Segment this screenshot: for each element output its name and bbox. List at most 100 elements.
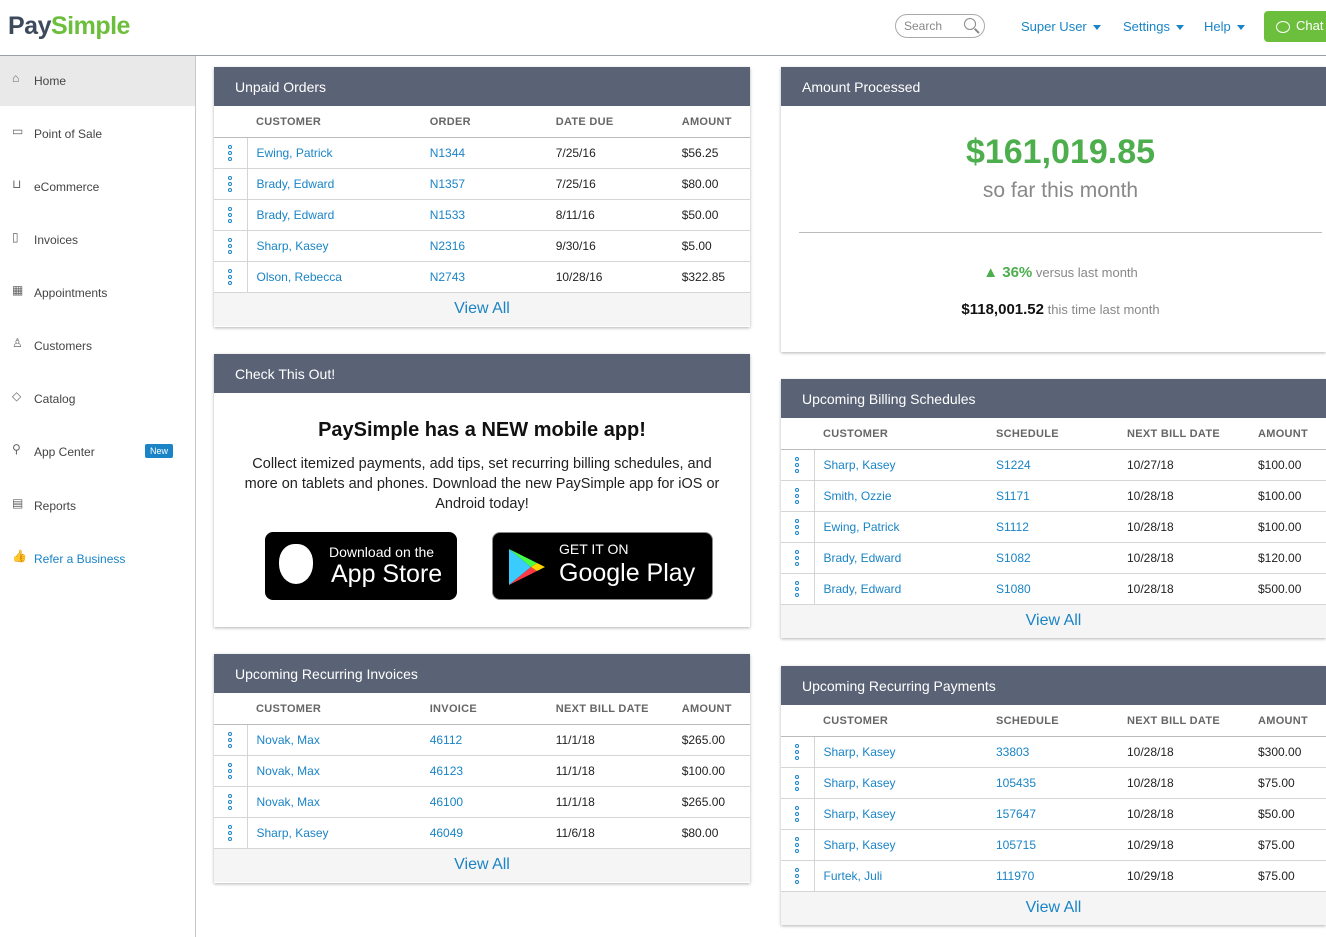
column-header: CUSTOMER — [781, 418, 996, 450]
schedule-link[interactable]: S1112 — [996, 520, 1029, 534]
schedule-link[interactable]: 157647 — [996, 807, 1036, 821]
row-menu-icon[interactable] — [781, 511, 815, 543]
invoice-link[interactable]: 46123 — [430, 764, 463, 778]
customer-link[interactable]: Novak, Max — [257, 795, 320, 809]
search-input[interactable]: Search — [895, 14, 985, 38]
schedule-link[interactable]: 105715 — [996, 838, 1036, 852]
sidebar-item-point-of-sale[interactable]: ▭ Point of Sale — [0, 109, 195, 159]
app-store-button[interactable]: Download on the App Store — [265, 532, 457, 600]
sidebar-item-catalog[interactable]: ◇ Catalog — [0, 374, 195, 424]
amount-cell: $75.00 — [1257, 829, 1326, 861]
row-menu-icon[interactable] — [781, 767, 815, 799]
row-menu-icon[interactable] — [214, 817, 248, 849]
schedule-link[interactable]: 111970 — [996, 869, 1034, 883]
customer-link[interactable]: Brady, Edward — [824, 551, 902, 565]
sidebar-item-ecommerce[interactable]: ⊔ eCommerce — [0, 162, 195, 212]
chat-bubble-icon — [1276, 20, 1290, 33]
view-all-link[interactable]: View All — [781, 604, 1326, 638]
customer-link[interactable]: Brady, Edward — [257, 177, 335, 191]
customer-link[interactable]: Brady, Edward — [824, 582, 902, 596]
sidebar-item-invoices[interactable]: ▯ Invoices — [0, 215, 195, 265]
row-menu-icon[interactable] — [781, 480, 815, 512]
invoice-link[interactable]: 46049 — [430, 826, 463, 840]
amount-cell: $80.00 — [681, 817, 750, 849]
amount-processed-subtitle: so far this month — [982, 179, 1139, 202]
view-all-link[interactable]: View All — [214, 292, 750, 326]
schedule-link[interactable]: S1171 — [996, 489, 1030, 503]
row-menu-icon[interactable] — [214, 137, 248, 169]
view-all-link[interactable]: View All — [781, 891, 1326, 925]
customer-link[interactable]: Smith, Ozzie — [824, 489, 892, 503]
customer-link[interactable]: Sharp, Kasey — [824, 776, 896, 790]
order-link[interactable]: N1533 — [430, 208, 465, 222]
date-cell: 7/25/16 — [555, 168, 682, 200]
user-menu[interactable]: Super User — [1021, 19, 1101, 34]
google-play-button[interactable]: GET IT ON Google Play — [492, 532, 713, 600]
settings-menu[interactable]: Settings — [1123, 19, 1184, 34]
view-all-link[interactable]: View All — [214, 848, 750, 882]
schedule-link[interactable]: S1224 — [996, 458, 1031, 472]
row-menu-icon[interactable] — [214, 724, 248, 756]
order-link[interactable]: N1344 — [430, 146, 465, 160]
recurring-payments-table: CUSTOMER SCHEDULE NEXT BILL DATE AMOUNT … — [781, 705, 1326, 892]
unpaid-orders-card: Unpaid Orders CUSTOMER ORDER DATE DUE AM… — [214, 67, 750, 327]
table-row: Novak, Max 46112 11/1/18 $265.00 — [214, 724, 750, 756]
amount-cell: $100.00 — [1257, 480, 1326, 512]
change-summary: ▲ 36% versus last month — [781, 264, 1326, 281]
customer-link[interactable]: Ewing, Patrick — [257, 146, 333, 160]
order-link[interactable]: N2316 — [430, 239, 465, 253]
row-menu-icon[interactable] — [214, 755, 248, 787]
customer-link[interactable]: Olson, Rebecca — [257, 270, 342, 284]
sidebar-item-customers[interactable]: ♙ Customers — [0, 321, 195, 371]
logo-part-pay: Pay — [8, 12, 51, 40]
row-menu-icon[interactable] — [214, 168, 248, 200]
order-link[interactable]: N2743 — [430, 270, 465, 284]
app-store-big-text: App Store — [331, 560, 443, 588]
customer-link[interactable]: Sharp, Kasey — [824, 838, 896, 852]
row-menu-icon[interactable] — [781, 860, 815, 892]
sidebar-item-appointments[interactable]: ▦ Appointments — [0, 268, 195, 318]
row-menu-icon[interactable] — [214, 230, 248, 262]
invoice-link[interactable]: 46100 — [430, 795, 463, 809]
order-link[interactable]: N1357 — [430, 177, 465, 191]
sidebar-item-reports[interactable]: ▤ Reports — [0, 481, 195, 531]
sidebar-item-home[interactable]: ⌂ Home — [0, 56, 195, 106]
customer-link[interactable]: Sharp, Kasey — [824, 807, 896, 821]
sidebar-item-label: Home — [34, 74, 67, 88]
row-menu-icon[interactable] — [781, 573, 815, 605]
search-icon[interactable] — [964, 18, 976, 30]
paysimple-logo[interactable]: PaySimple — [8, 12, 130, 41]
customer-link[interactable]: Sharp, Kasey — [824, 458, 896, 472]
schedule-link[interactable]: 105435 — [996, 776, 1036, 790]
customer-link[interactable]: Sharp, Kasey — [824, 745, 896, 759]
last-month-amount: $118,001.52 — [961, 301, 1044, 318]
schedule-link[interactable]: S1082 — [996, 551, 1031, 565]
help-menu[interactable]: Help — [1204, 19, 1245, 34]
amount-cell: $100.00 — [681, 755, 750, 787]
row-menu-icon[interactable] — [214, 199, 248, 231]
row-menu-icon[interactable] — [781, 449, 815, 481]
table-row: Olson, Rebecca N2743 10/28/16 $322.85 — [214, 261, 750, 293]
row-menu-icon[interactable] — [781, 736, 815, 768]
row-menu-icon[interactable] — [781, 798, 815, 830]
customer-link[interactable]: Furtek, Juli — [824, 869, 883, 883]
sidebar-item-app-center[interactable]: ⚲ App Center New — [0, 427, 195, 477]
chat-button[interactable]: Chat — [1264, 11, 1326, 42]
table-row: Sharp, Kasey 33803 10/28/18 $300.00 — [781, 736, 1326, 768]
row-menu-icon[interactable] — [214, 786, 248, 818]
customer-link[interactable]: Ewing, Patrick — [824, 520, 900, 534]
customer-link[interactable]: Novak, Max — [257, 764, 320, 778]
row-menu-icon[interactable] — [214, 261, 248, 293]
row-menu-icon[interactable] — [781, 829, 815, 861]
new-badge: New — [145, 444, 174, 458]
customer-link[interactable]: Brady, Edward — [257, 208, 335, 222]
schedule-link[interactable]: S1080 — [996, 582, 1031, 596]
user-menu-label: Super User — [1021, 19, 1087, 34]
customer-link[interactable]: Sharp, Kasey — [257, 826, 329, 840]
invoice-link[interactable]: 46112 — [430, 733, 462, 747]
customer-link[interactable]: Sharp, Kasey — [257, 239, 329, 253]
customer-link[interactable]: Novak, Max — [257, 733, 320, 747]
schedule-link[interactable]: 33803 — [996, 745, 1029, 759]
row-menu-icon[interactable] — [781, 542, 815, 574]
sidebar-item-refer-a-business[interactable]: 👍 Refer a Business — [0, 534, 195, 584]
